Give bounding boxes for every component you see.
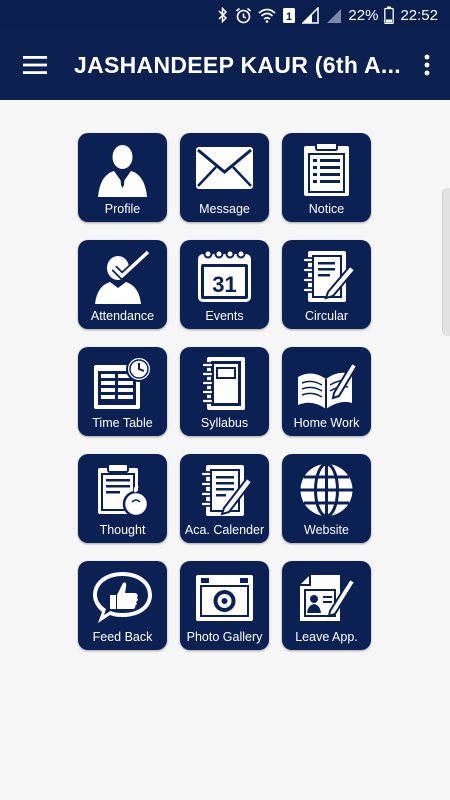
tile-label: Aca. Calender [184,523,265,537]
status-bar: 1 22% 22:52 [0,0,450,30]
tile-aca-calender[interactable]: Aca. Calender [180,454,269,543]
tile-circular[interactable]: Circular [282,240,371,329]
clock: 22:52 [400,6,438,24]
circular-notebook-icon [302,251,357,302]
tile-photo-gallery[interactable]: Photo Gallery [180,561,269,650]
syllabus-notebook-icon [201,357,245,410]
profile-icon [98,145,147,197]
camera-icon [196,575,253,621]
tile-time-table[interactable]: Time Table [78,347,167,436]
sim-icon: 1 [282,7,296,24]
time-table-icon [94,356,152,409]
signal-icon [302,6,320,24]
tile-home-work[interactable]: Home Work [282,347,371,436]
tile-website[interactable]: Website [282,454,371,543]
open-book-pen-icon [298,361,359,409]
tile-label: Profile [104,202,141,216]
thought-clipboard-icon [98,463,150,518]
tile-label: Time Table [92,416,153,430]
more-options-button[interactable] [404,30,450,100]
alarm-icon [235,7,252,24]
notice-board-icon [304,142,349,196]
calendar-icon: 31 [198,249,251,302]
sim-badge: 1 [286,11,292,23]
tile-label: Leave App. [295,630,358,644]
tile-thought[interactable]: Thought [78,454,167,543]
tile-attendance[interactable]: Attendance [78,240,167,329]
academic-calendar-icon [200,465,254,516]
globe-icon [300,462,353,518]
tile-notice[interactable]: Notice [282,133,371,222]
hamburger-menu-button[interactable] [0,30,70,100]
battery-icon [384,6,395,24]
tile-label: Home Work [293,416,360,430]
calendar-day-number: 31 [212,272,236,297]
edge-panel-handle[interactable] [442,188,450,336]
menu-grid: Profile Message Notice Attendance 31 Eve… [78,133,373,650]
tile-label: Thought [99,523,146,537]
tile-label: Website [304,523,349,537]
app-bar: JASHANDEEP KAUR (6th A... [0,30,450,100]
tile-leave-app[interactable]: Leave App. [282,561,371,650]
tile-label: Attendance [90,309,155,323]
tile-events[interactable]: 31 Events [180,240,269,329]
more-vert-icon [424,54,430,76]
battery-percent: 22% [348,6,379,24]
bluetooth-icon [217,7,229,23]
tile-label: Events [205,309,244,323]
tile-label: Notice [308,202,345,216]
tile-profile[interactable]: Profile [78,133,167,222]
tile-label: Photo Gallery [186,630,263,644]
tile-label: Syllabus [200,416,249,430]
hamburger-menu-icon [23,56,47,74]
tile-feed-back[interactable]: Feed Back [78,561,167,650]
tile-message[interactable]: Message [180,133,269,222]
tile-syllabus[interactable]: Syllabus [180,347,269,436]
leave-application-icon [300,575,357,621]
page-title: JASHANDEEP KAUR (6th A... [74,51,401,78]
tile-label: Circular [304,309,349,323]
thumbs-up-bubble-icon [93,572,152,623]
wifi-icon [258,8,276,23]
attendance-icon [95,249,151,304]
tile-label: Message [199,202,250,216]
signal-icon-secondary [326,7,342,24]
envelope-icon [196,147,253,189]
tile-label: Feed Back [92,630,153,644]
